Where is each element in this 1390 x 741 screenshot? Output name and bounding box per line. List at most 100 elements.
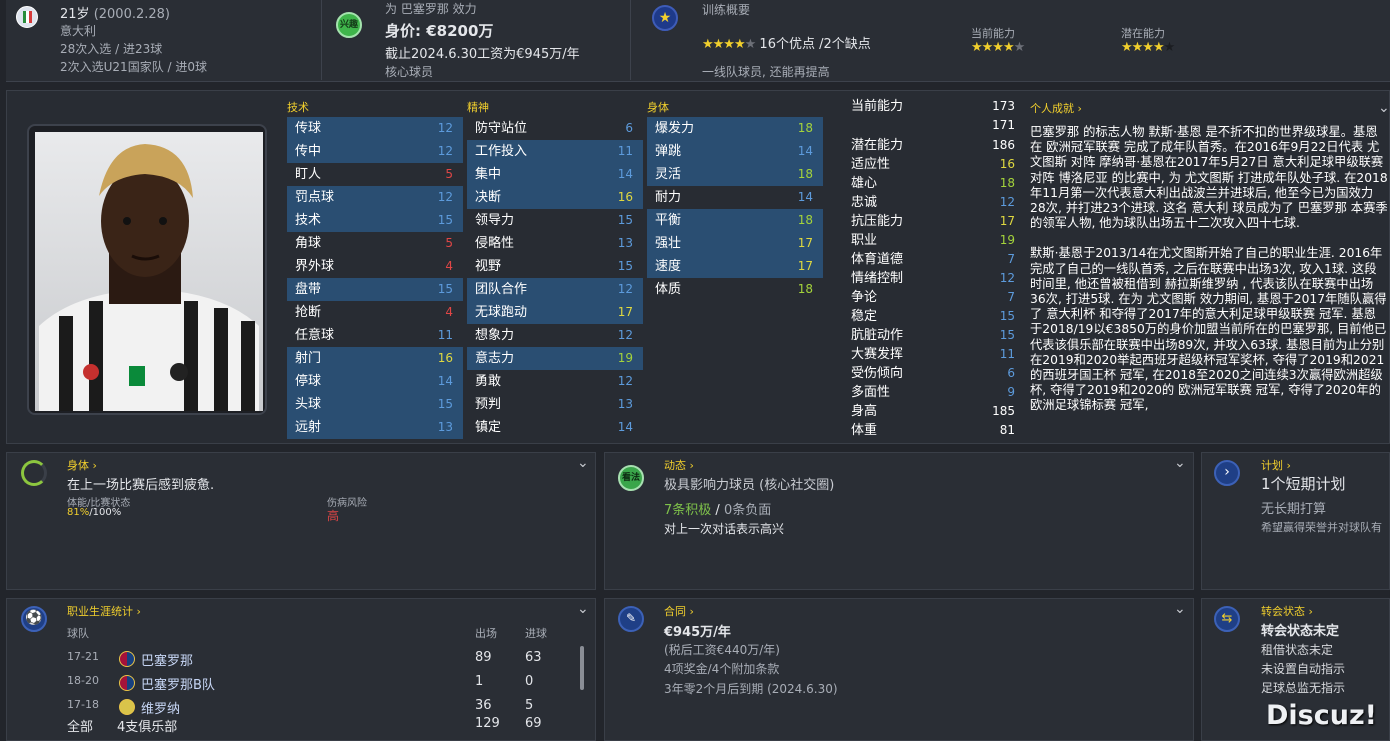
chevron-down-icon[interactable]: ⌄ bbox=[1378, 100, 1390, 116]
fitness-title[interactable]: 身体 › bbox=[67, 457, 97, 473]
stat-name: 多面性 bbox=[851, 385, 891, 400]
separator: / bbox=[711, 503, 724, 518]
attribute-row[interactable]: 角球 5 bbox=[287, 232, 463, 255]
career-club[interactable]: 巴塞罗那B队 bbox=[141, 674, 215, 693]
career-apps: 1 bbox=[475, 674, 484, 689]
career-club[interactable]: 巴塞罗那 bbox=[141, 650, 193, 669]
nationality[interactable]: 意大利 bbox=[60, 22, 96, 39]
transfer-arrows-icon: ⇆ bbox=[1214, 606, 1240, 632]
physical-title: 身体 bbox=[647, 101, 669, 114]
attribute-name: 工作投入 bbox=[475, 144, 528, 159]
attribute-name: 无球跑动 bbox=[475, 305, 528, 320]
attribute-name: 领导力 bbox=[475, 213, 515, 228]
attribute-name: 想象力 bbox=[475, 328, 515, 343]
attribute-name: 爆发力 bbox=[655, 121, 695, 136]
attribute-row[interactable]: 抢断 4 bbox=[287, 301, 463, 324]
u21-caps: 2次入选U21国家队 / 进0球 bbox=[60, 60, 207, 74]
transfer-line-1: 租借状态未定 bbox=[1261, 643, 1334, 657]
watermark: Discuz! bbox=[1266, 700, 1377, 731]
scrollbar[interactable] bbox=[580, 646, 584, 690]
attribute-row[interactable]: 平衡 18 bbox=[647, 209, 823, 232]
bio-paragraph: 巴塞罗那 的标志人物 默斯·基恩 是不折不扣的世界级球星。基恩 在 欧洲冠军联赛… bbox=[1030, 125, 1388, 231]
attribute-row[interactable]: 盘带 15 bbox=[287, 278, 463, 301]
attribute-row[interactable]: 灵活 18 bbox=[647, 163, 823, 186]
attribute-value: 16 bbox=[617, 190, 633, 204]
positive-count: 7条积极 bbox=[664, 503, 712, 518]
attribute-value: 19 bbox=[617, 351, 633, 365]
divider bbox=[630, 0, 631, 80]
attribute-row[interactable]: 预判 13 bbox=[467, 393, 643, 416]
attribute-value: 4 bbox=[445, 259, 453, 273]
achievements-title[interactable]: 个人成就 › bbox=[1030, 100, 1082, 116]
attribute-value: 12 bbox=[437, 121, 453, 135]
stat-name: 体育道德 bbox=[851, 252, 904, 267]
player-value: 身价: €8200万 bbox=[385, 22, 494, 40]
personal-stat: 潜在能力 186 bbox=[851, 136, 1021, 155]
attribute-row[interactable]: 传球 12 bbox=[287, 117, 463, 140]
attribute-value: 5 bbox=[445, 167, 453, 181]
attribute-row[interactable]: 界外球 4 bbox=[287, 255, 463, 278]
career-title[interactable]: 职业生涯统计 › bbox=[67, 603, 141, 619]
training-title[interactable]: 训练概要 bbox=[702, 1, 750, 18]
chevron-down-icon[interactable]: ⌄ bbox=[577, 601, 589, 617]
attribute-value: 18 bbox=[797, 213, 813, 227]
attribute-row[interactable]: 弹跳 14 bbox=[647, 140, 823, 163]
attribute-row[interactable]: 决断 16 bbox=[467, 186, 643, 209]
attribute-row[interactable]: 想象力 12 bbox=[467, 324, 643, 347]
training-note: 一线队球员, 还能再提高 bbox=[702, 65, 830, 79]
mental-title: 精神 bbox=[467, 101, 489, 114]
attribute-row[interactable]: 罚点球 12 bbox=[287, 186, 463, 209]
attribute-row[interactable]: 技术 15 bbox=[287, 209, 463, 232]
dynamics-title[interactable]: 动态 › bbox=[664, 457, 694, 473]
attribute-name: 盘带 bbox=[295, 282, 322, 297]
attribute-row[interactable]: 远射 13 bbox=[287, 416, 463, 439]
attribute-row[interactable]: 耐力 14 bbox=[647, 186, 823, 209]
attribute-row[interactable]: 无球跑动 17 bbox=[467, 301, 643, 324]
attribute-row[interactable]: 头球 15 bbox=[287, 393, 463, 416]
attribute-row[interactable]: 射门 16 bbox=[287, 347, 463, 370]
attribute-row[interactable]: 侵略性 13 bbox=[467, 232, 643, 255]
career-club[interactable]: 维罗纳 bbox=[141, 698, 180, 717]
career-goals: 5 bbox=[525, 698, 534, 713]
attribute-name: 预判 bbox=[475, 397, 502, 412]
stat-value: 15 bbox=[999, 309, 1015, 323]
attribute-value: 11 bbox=[617, 144, 633, 158]
stat-name: 潜在能力 bbox=[851, 138, 904, 153]
attribute-value: 15 bbox=[617, 259, 633, 273]
attribute-row[interactable]: 视野 15 bbox=[467, 255, 643, 278]
attribute-row[interactable]: 盯人 5 bbox=[287, 163, 463, 186]
attribute-row[interactable]: 意志力 19 bbox=[467, 347, 643, 370]
attribute-row[interactable]: 体质 18 bbox=[647, 278, 823, 301]
chevron-down-icon[interactable]: ⌄ bbox=[577, 455, 589, 471]
chevron-down-icon[interactable]: ⌄ bbox=[1174, 601, 1186, 617]
attribute-row[interactable]: 传中 12 bbox=[287, 140, 463, 163]
transfer-line-2: 未设置自动指示 bbox=[1261, 662, 1346, 676]
attribute-row[interactable]: 强壮 17 bbox=[647, 232, 823, 255]
attribute-name: 体质 bbox=[655, 282, 682, 297]
transfer-headline: 转会状态未定 bbox=[1261, 624, 1340, 639]
stat-name: 大赛发挥 bbox=[851, 347, 904, 362]
attribute-row[interactable]: 领导力 15 bbox=[467, 209, 643, 232]
stat-value: 12 bbox=[999, 195, 1015, 209]
stat-value: 185 bbox=[992, 404, 1015, 418]
attribute-row[interactable]: 防守站位 6 bbox=[467, 117, 643, 140]
attribute-row[interactable]: 速度 17 bbox=[647, 255, 823, 278]
attribute-row[interactable]: 勇敢 12 bbox=[467, 370, 643, 393]
stat-name: 稳定 bbox=[851, 309, 878, 324]
attribute-row[interactable]: 工作投入 11 bbox=[467, 140, 643, 163]
star-badge-icon: ★ bbox=[652, 5, 678, 31]
career-apps: 89 bbox=[475, 650, 492, 665]
attribute-row[interactable]: 停球 14 bbox=[287, 370, 463, 393]
club-line[interactable]: 为 巴塞罗那 效力 bbox=[385, 0, 477, 17]
attribute-row[interactable]: 集中 14 bbox=[467, 163, 643, 186]
chevron-down-icon[interactable]: ⌄ bbox=[1174, 455, 1186, 471]
attribute-value: 18 bbox=[797, 167, 813, 181]
attribute-row[interactable]: 爆发力 18 bbox=[647, 117, 823, 140]
plan-title[interactable]: 计划 › bbox=[1261, 457, 1291, 473]
contract-title[interactable]: 合同 › bbox=[664, 603, 694, 619]
attribute-row[interactable]: 任意球 11 bbox=[287, 324, 463, 347]
attribute-row[interactable]: 镇定 14 bbox=[467, 416, 643, 439]
attribute-row[interactable]: 团队合作 12 bbox=[467, 278, 643, 301]
player-age: 21岁 bbox=[60, 7, 90, 22]
transfer-title[interactable]: 转会状态 › bbox=[1261, 603, 1313, 619]
